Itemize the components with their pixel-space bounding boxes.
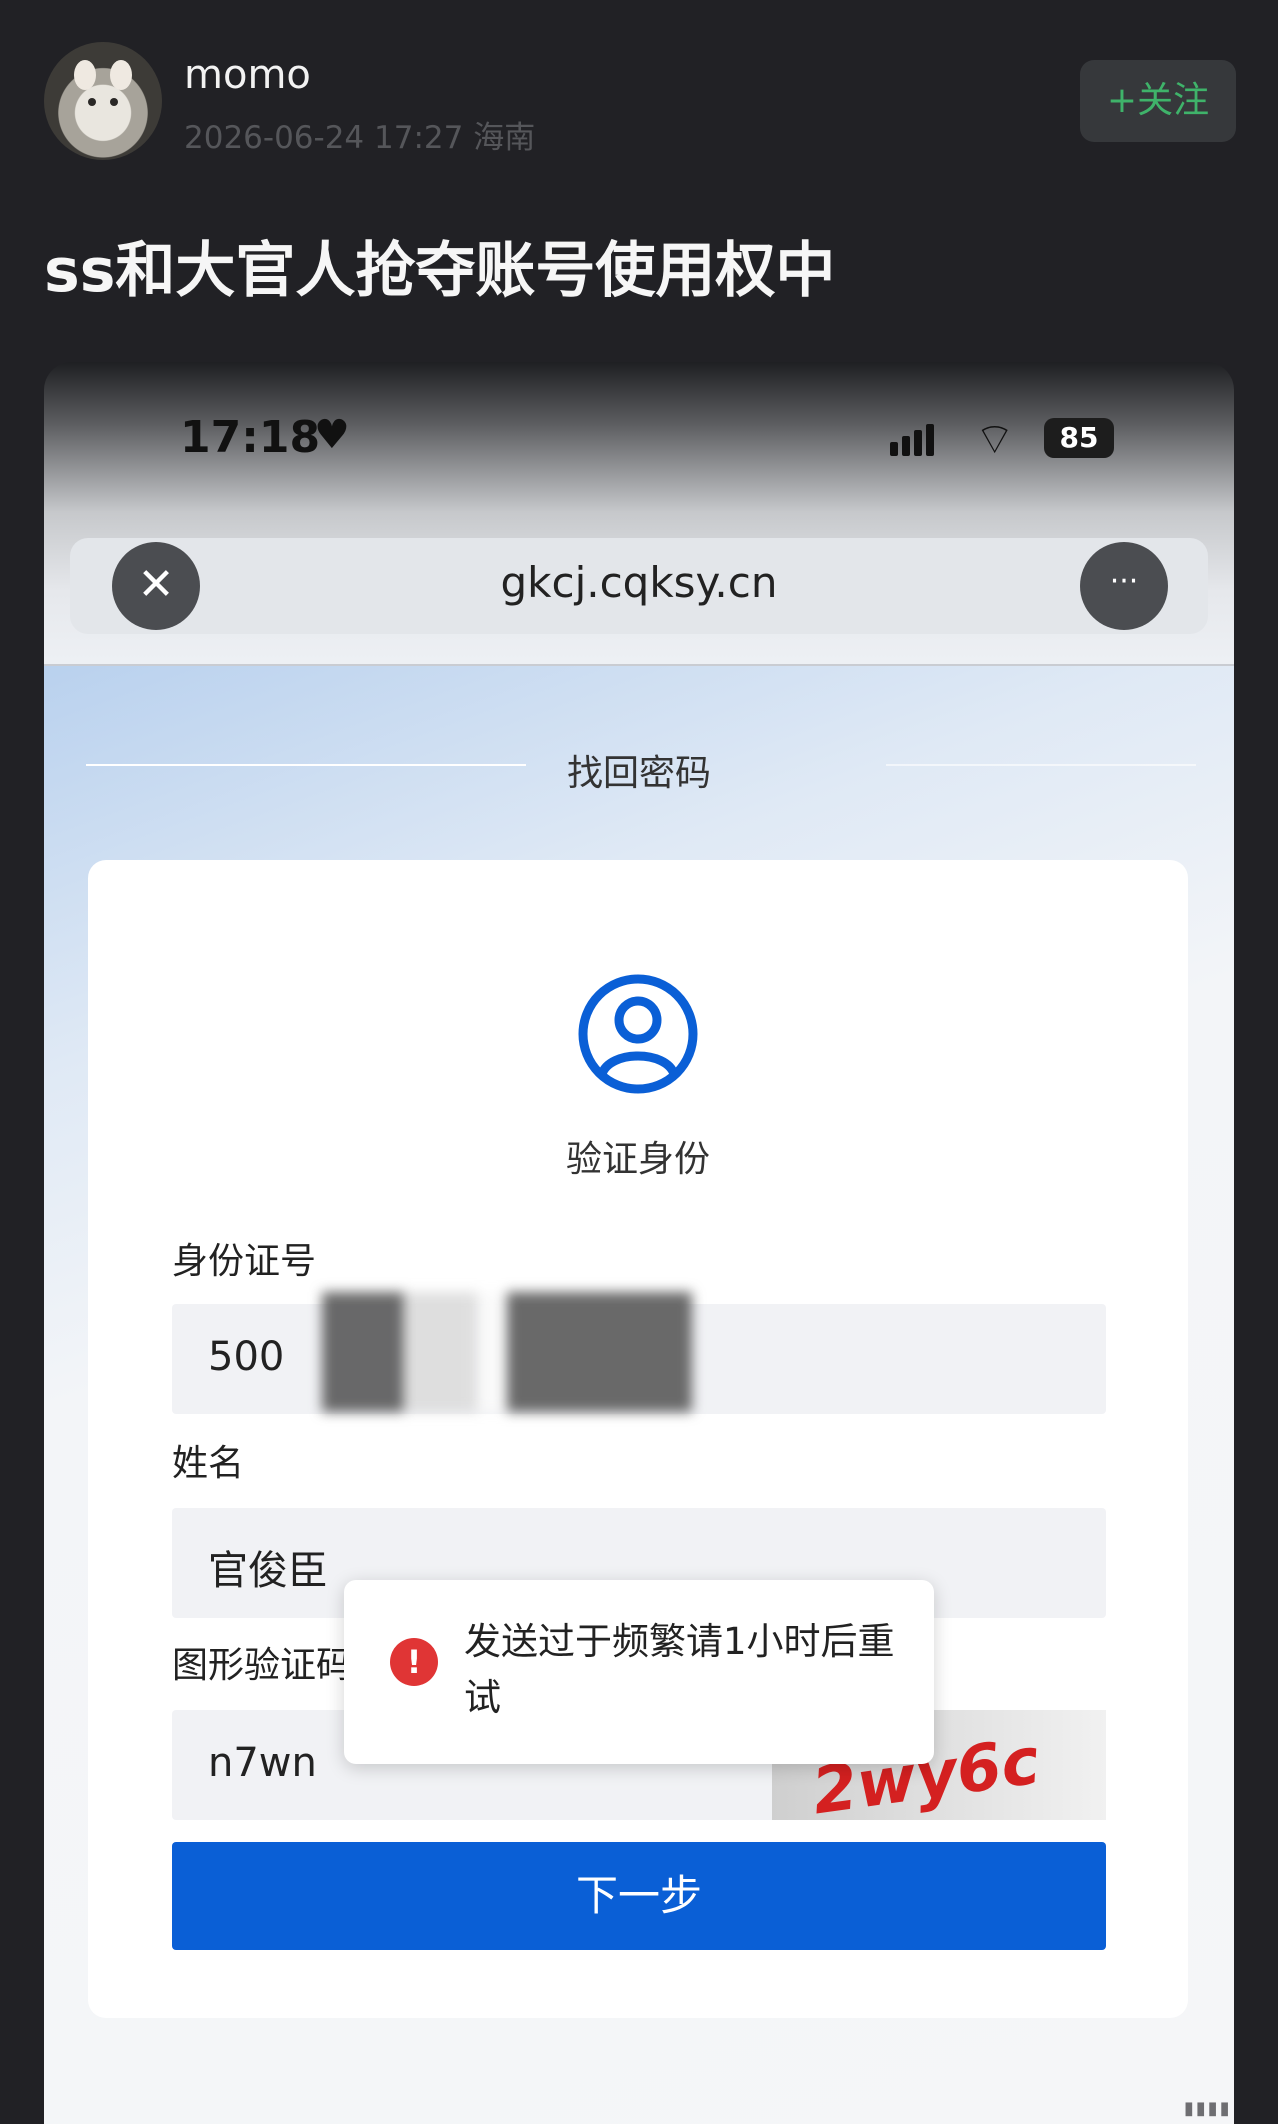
- more-button[interactable]: ···: [1080, 542, 1168, 630]
- post-image[interactable]: 17:18 ♥ ⌔ 85 gkcj.cqksy.cn ✕ ··· 找回密码 验证…: [44, 362, 1234, 2124]
- url-bar[interactable]: gkcj.cqksy.cn: [70, 538, 1208, 634]
- name-value: 官俊臣: [208, 1548, 328, 1594]
- verify-card: 验证身份 身份证号 500 姓名 官俊臣 图形验证码 n7wn 2wy6c 下一…: [88, 860, 1188, 2018]
- username[interactable]: momo: [184, 52, 311, 98]
- id-label: 身份证号: [172, 1241, 317, 1282]
- signal-icon: [890, 424, 938, 456]
- user-circle-icon: [578, 974, 698, 1094]
- follow-button[interactable]: +关注: [1080, 60, 1236, 142]
- divider: [44, 664, 1234, 666]
- avatar-eye-left: [88, 98, 96, 106]
- image-watermark: ▮▮▮▮: [1184, 2098, 1232, 2119]
- avatar[interactable]: [44, 42, 162, 160]
- redaction-blur: [322, 1292, 692, 1412]
- next-step-button[interactable]: 下一步: [172, 1842, 1106, 1950]
- avatar-ear-right: [110, 60, 132, 90]
- close-button[interactable]: ✕: [112, 542, 200, 630]
- error-toast: ! 发送过于频繁请1小时后重试: [344, 1580, 934, 1764]
- avatar-ear-left: [74, 60, 96, 90]
- captcha-value: n7wn: [208, 1740, 317, 1786]
- error-icon: !: [390, 1638, 438, 1686]
- id-number-field[interactable]: 500: [172, 1292, 1106, 1414]
- name-label: 姓名: [172, 1443, 245, 1484]
- post-meta: 2026-06-24 17:27 海南: [184, 120, 536, 156]
- heart-icon: ♥: [314, 412, 350, 458]
- id-number-value: 500: [208, 1334, 285, 1380]
- section-title: 找回密码: [566, 753, 711, 794]
- wifi-icon: ⌔: [974, 414, 1016, 465]
- card-title: 验证身份: [565, 1139, 710, 1180]
- post-title: ss和大官人抢夺账号使用权中: [44, 236, 836, 306]
- post-header: momo 2026-06-24 17:27 海南 +关注: [0, 0, 1278, 170]
- url-text: gkcj.cqksy.cn: [500, 558, 778, 607]
- web-page: 找回密码 验证身份 身份证号 500 姓名 官俊臣 图形验证码 n7wn 2wy…: [44, 664, 1234, 2124]
- captcha-label: 图形验证码: [172, 1645, 353, 1686]
- status-time: 17:18: [180, 412, 321, 463]
- avatar-eye-right: [110, 98, 118, 106]
- battery-icon: 85: [1044, 418, 1114, 458]
- toast-message: 发送过于频繁请1小时后重试: [464, 1620, 895, 1719]
